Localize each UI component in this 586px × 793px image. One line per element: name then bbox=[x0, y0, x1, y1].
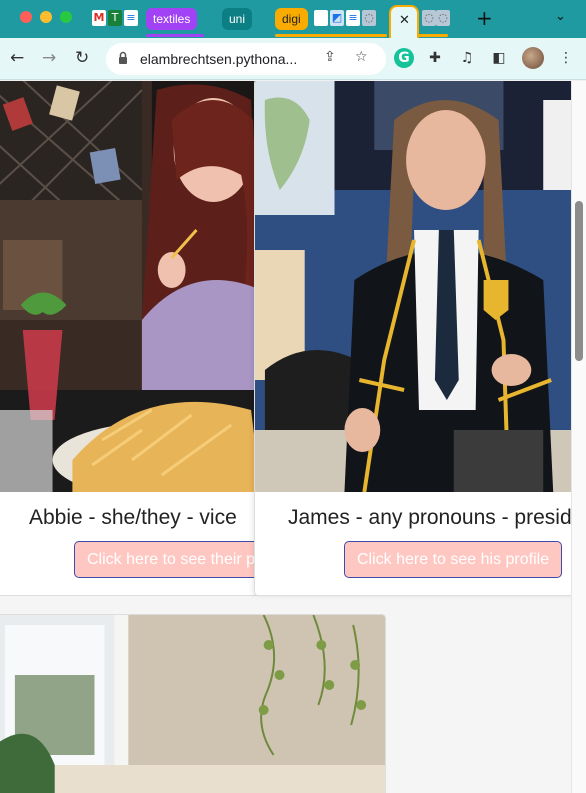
close-tab-icon[interactable]: ✕ bbox=[399, 13, 410, 28]
page-content: Abbie - she/they - vice Click here to se… bbox=[0, 81, 586, 793]
member-card-third bbox=[0, 614, 386, 793]
tab-group-uni[interactable]: uni bbox=[222, 8, 253, 30]
james-photo bbox=[255, 81, 583, 492]
classroom-tab-icon[interactable]: T bbox=[108, 10, 122, 26]
loading-tab-icon[interactable]: ◌ bbox=[362, 10, 376, 26]
abbie-photo bbox=[0, 81, 261, 492]
tab-group-digi-underline bbox=[275, 34, 387, 37]
reload-icon[interactable]: ↻ bbox=[75, 46, 89, 70]
menu-kebab-icon[interactable]: ⋮ bbox=[556, 48, 576, 68]
address-bar[interactable]: elambrechtsen.pythona... ⇪ ☆ bbox=[106, 43, 386, 75]
abbie-profile-button[interactable]: Click here to see their p bbox=[74, 541, 261, 578]
tab-group-textiles[interactable]: textiles bbox=[146, 8, 198, 30]
abbie-caption: Abbie - she/they - vice bbox=[29, 506, 237, 529]
lock-icon bbox=[119, 51, 127, 64]
page-tab-icon[interactable]: ◩ bbox=[330, 10, 344, 26]
grammarly-extension-icon[interactable]: G bbox=[394, 48, 414, 68]
browser-window: M T ≡ textiles uni digi ◩ ≡ ◌ ✕ ◌ ◌ + ⌄ … bbox=[0, 0, 586, 793]
media-control-icon[interactable]: ♫ bbox=[457, 48, 477, 68]
tab-group-digi[interactable]: digi bbox=[275, 8, 308, 30]
browser-toolbar: ← → ↻ elambrechtsen.pythona... ⇪ ☆ G ✚ ♫… bbox=[0, 38, 586, 80]
member-card-abbie: Abbie - she/they - vice Click here to se… bbox=[0, 81, 262, 596]
blank-page-tab-icon[interactable] bbox=[314, 10, 328, 26]
url-text[interactable]: elambrechtsen.pythona... bbox=[140, 43, 297, 75]
side-panel-icon[interactable]: ◧ bbox=[489, 48, 509, 68]
forward-arrow-icon[interactable]: → bbox=[42, 46, 56, 70]
new-tab-button[interactable]: + bbox=[476, 6, 493, 30]
scrollbar-thumb[interactable] bbox=[575, 201, 583, 361]
tab-strip: M T ≡ textiles uni digi ◩ ≡ ◌ ✕ ◌ ◌ + ⌄ bbox=[0, 0, 586, 38]
member-card-james: James - any pronouns - presid Click here… bbox=[254, 81, 584, 596]
share-icon[interactable]: ⇪ bbox=[324, 49, 336, 65]
page-scrollbar[interactable] bbox=[571, 81, 586, 793]
tab-group-digi-underline bbox=[418, 34, 448, 37]
extensions-puzzle-icon[interactable]: ✚ bbox=[425, 48, 445, 68]
third-member-photo bbox=[0, 615, 385, 793]
loading-tab-icon[interactable]: ◌ bbox=[436, 10, 450, 26]
profile-avatar[interactable] bbox=[522, 47, 544, 69]
close-window-button[interactable] bbox=[20, 11, 32, 23]
tab-search-chevron-icon[interactable]: ⌄ bbox=[555, 9, 566, 24]
docs-tab-icon[interactable]: ≡ bbox=[346, 10, 360, 26]
active-tab[interactable]: ✕ bbox=[389, 5, 419, 38]
minimize-window-button[interactable] bbox=[40, 11, 52, 23]
back-arrow-icon[interactable]: ← bbox=[10, 46, 24, 70]
james-profile-button[interactable]: Click here to see his profile bbox=[344, 541, 562, 578]
james-caption: James - any pronouns - presid bbox=[288, 506, 572, 529]
tab-group-textiles-underline bbox=[146, 34, 204, 37]
fullscreen-window-button[interactable] bbox=[60, 11, 72, 23]
gmail-tab-icon[interactable]: M bbox=[92, 10, 106, 26]
loading-tab-icon[interactable]: ◌ bbox=[422, 10, 436, 26]
docs-tab-icon[interactable]: ≡ bbox=[124, 10, 138, 26]
bookmark-star-icon[interactable]: ☆ bbox=[355, 49, 368, 65]
